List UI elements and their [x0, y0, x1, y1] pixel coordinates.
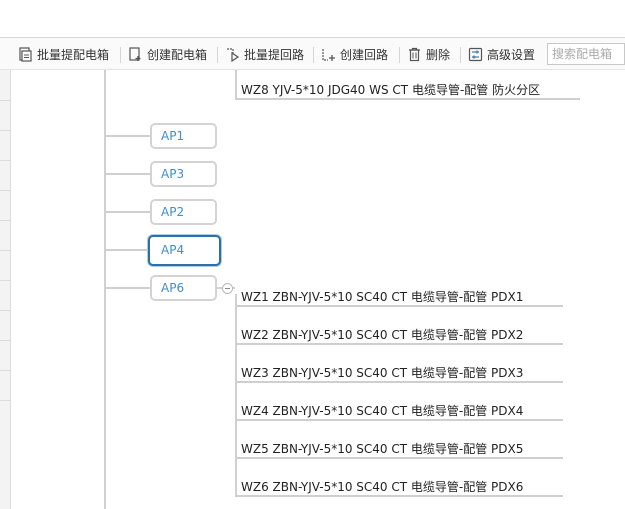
circuit-label-wz8[interactable]: WZ8 YJV-5*10 JDG40 WS CT 电缆导管-配管 防火分区 — [241, 82, 540, 98]
box-node-ap3[interactable]: AP3 — [150, 161, 217, 187]
collapse-toggle-icon[interactable] — [222, 283, 233, 294]
toolbar-separator — [460, 47, 461, 63]
settings-icon — [468, 47, 483, 62]
circuit-underline — [235, 98, 580, 100]
batch-extract-box-label: 批量提配电箱 — [37, 48, 110, 62]
circuit-label-wz2[interactable]: WZ2 ZBN-YJV-5*10 SC40 CT 电缆导管-配管 PDX2 — [241, 327, 523, 343]
tree-connector — [104, 173, 150, 175]
box-node-ap1[interactable]: AP1 — [150, 123, 217, 149]
circuit-underline — [235, 305, 563, 307]
circuit-underline — [235, 495, 563, 497]
add-circuit-icon — [322, 49, 335, 61]
circuit-label-wz6[interactable]: WZ6 ZBN-YJV-5*10 SC40 CT 电缆导管-配管 PDX6 — [241, 479, 523, 495]
circuit-underline — [235, 381, 563, 383]
toolbar: 批量提配电箱 创建配电箱 批量提回路 创建回路 删除 高级设置 — [0, 37, 625, 70]
tree-connector — [235, 70, 237, 98]
tree-connector — [235, 294, 237, 495]
window-top-area — [0, 0, 625, 37]
tree-connector — [104, 135, 150, 137]
circuit-label-wz4[interactable]: WZ4 ZBN-YJV-5*10 SC40 CT 电缆导管-配管 PDX4 — [241, 403, 523, 419]
create-circuit-label: 创建回路 — [340, 48, 389, 62]
batch-box-icon — [19, 47, 32, 62]
circuit-underline — [235, 457, 563, 459]
tree-connector — [104, 249, 150, 251]
trash-icon — [409, 47, 420, 62]
tree-canvas: WZ8 YJV-5*10 JDG40 WS CT 电缆导管-配管 防火分区 AP… — [0, 70, 625, 509]
advanced-settings-button[interactable]: 高级设置 — [468, 44, 535, 65]
toolbar-separator — [313, 47, 314, 63]
batch-extract-circuit-button[interactable]: 批量提回路 — [225, 44, 304, 65]
toolbar-separator — [120, 47, 121, 63]
add-box-icon — [129, 47, 141, 61]
batch-circuit-icon — [227, 48, 240, 62]
box-node-ap6[interactable]: AP6 — [150, 275, 217, 301]
circuit-label-wz5[interactable]: WZ5 ZBN-YJV-5*10 SC40 CT 电缆导管-配管 PDX5 — [241, 441, 523, 457]
create-box-label: 创建配电箱 — [147, 48, 208, 62]
box-node-ap4[interactable]: AP4 — [148, 235, 221, 266]
create-circuit-button[interactable]: 创建回路 — [321, 44, 388, 65]
tree-connector — [104, 211, 150, 213]
toolbar-separator — [399, 47, 400, 63]
advanced-settings-label: 高级设置 — [487, 48, 536, 62]
delete-label: 删除 — [426, 48, 451, 62]
batch-extract-circuit-label: 批量提回路 — [244, 48, 305, 62]
circuit-underline — [235, 343, 563, 345]
create-box-button[interactable]: 创建配电箱 — [128, 44, 207, 65]
tree-connector — [104, 287, 150, 289]
batch-extract-box-button[interactable]: 批量提配电箱 — [18, 44, 109, 65]
circuit-label-wz3[interactable]: WZ3 ZBN-YJV-5*10 SC40 CT 电缆导管-配管 PDX3 — [241, 365, 523, 381]
box-node-ap2[interactable]: AP2 — [150, 199, 217, 225]
circuit-underline — [235, 419, 563, 421]
circuit-label-wz1[interactable]: WZ1 ZBN-YJV-5*10 SC40 CT 电缆导管-配管 PDX1 — [241, 289, 523, 305]
search-box-input[interactable] — [547, 43, 625, 65]
toolbar-separator — [217, 47, 218, 63]
delete-button[interactable]: 删除 — [407, 44, 450, 65]
